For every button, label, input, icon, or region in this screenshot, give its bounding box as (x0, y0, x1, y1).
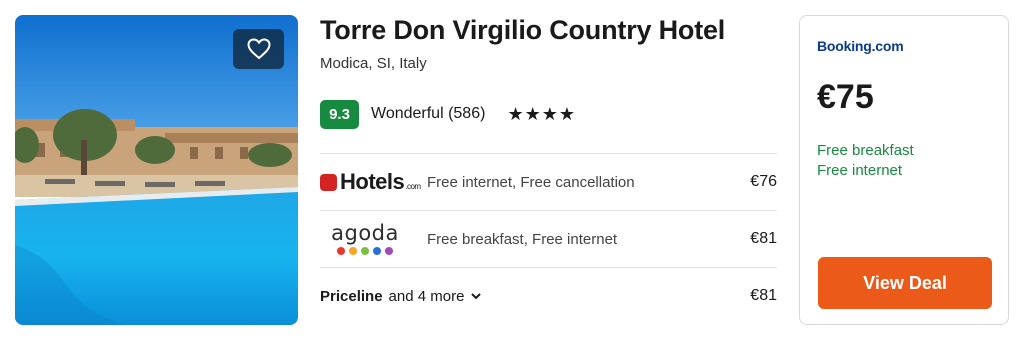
agoda-logo-text: agoda (331, 221, 399, 245)
offer-description: Free breakfast, Free internet (427, 230, 618, 248)
offer-row-hotels-com[interactable]: Hotels .com Free internet, Free cancella… (320, 153, 777, 210)
offer-description: Free internet, Free cancellation (427, 173, 635, 191)
featured-price: €75 (817, 78, 874, 116)
hotels-com-mark-icon (320, 173, 337, 191)
star-rating: ★★★★ (507, 103, 576, 124)
more-offers-toggle[interactable]: Priceline and 4 more €81 (320, 267, 777, 324)
agoda-dots-icon (337, 247, 393, 255)
offer-row-agoda[interactable]: agoda Free breakfast, Free internet €81 (320, 210, 777, 267)
chevron-down-icon (471, 292, 482, 300)
view-deal-button[interactable]: View Deal (818, 257, 992, 309)
booking-com-logo: Booking.com (817, 38, 904, 54)
more-offers-provider: Priceline (320, 287, 383, 305)
favorite-button[interactable] (233, 29, 284, 69)
hotels-logo-suffix: .com (405, 182, 421, 191)
more-offers-price: €81 (750, 287, 777, 304)
hotels-logo-text: Hotels (340, 169, 405, 194)
perk-free-breakfast: Free breakfast (817, 142, 914, 159)
offer-price: €76 (750, 173, 777, 190)
agoda-logo: agoda (320, 219, 427, 259)
perk-free-internet: Free internet (817, 162, 903, 179)
rating-row: 9.3 Wonderful (586) ★★★★ (320, 99, 576, 129)
review-score-badge: 9.3 (320, 99, 359, 129)
review-summary: Wonderful (586) (371, 105, 486, 122)
more-offers-text: and 4 more (388, 287, 465, 305)
featured-deal-panel: Booking.com €75 Free breakfast Free inte… (799, 15, 1009, 325)
hotels-com-logo: Hotels .com (320, 162, 427, 202)
offers-list: Hotels .com Free internet, Free cancella… (320, 153, 777, 324)
hotel-location: Modica, SI, Italy (320, 55, 427, 72)
offer-price: €81 (750, 230, 777, 247)
hotel-photo[interactable] (15, 15, 298, 325)
hotel-name[interactable]: Torre Don Virgilio Country Hotel (320, 15, 725, 46)
heart-outline-icon (246, 38, 271, 60)
hotel-result-card: Torre Don Virgilio Country Hotel Modica,… (0, 0, 1024, 341)
